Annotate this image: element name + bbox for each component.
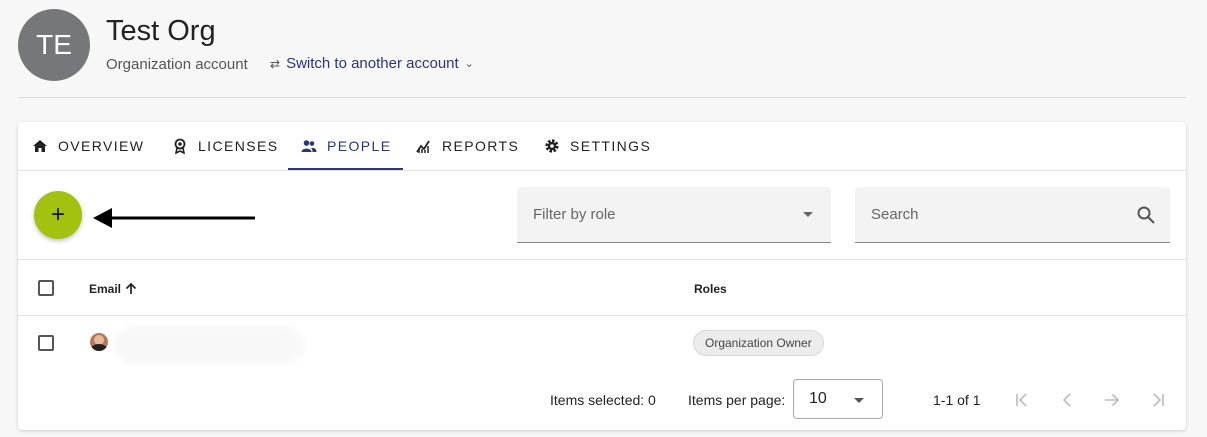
table-row[interactable]: Organization Owner (18, 316, 1186, 370)
search-icon (1137, 206, 1155, 224)
first-page-icon (1016, 393, 1027, 407)
search-input[interactable]: Search (855, 187, 1170, 243)
last-page-button[interactable] (1146, 388, 1170, 412)
people-icon (301, 140, 317, 152)
email-column-header[interactable]: Email (89, 282, 138, 296)
table-header: Email Roles (18, 260, 1186, 316)
user-avatar (90, 333, 108, 351)
items-selected-count: Items selected: 0 (550, 392, 656, 408)
redacted-email (114, 326, 304, 364)
chevron-left-icon (1062, 393, 1071, 407)
tab-licenses-label: LICENSES (198, 138, 279, 154)
roles-column-label: Roles (694, 282, 727, 296)
search-placeholder: Search (871, 206, 919, 223)
items-per-page-label: Items per page: (688, 392, 786, 408)
role-chip: Organization Owner (693, 330, 824, 356)
tab-settings-label: SETTINGS (570, 138, 652, 154)
chart-icon (416, 140, 430, 153)
chevron-down-icon: ⌄ (464, 58, 474, 70)
arrow-right-icon (1105, 393, 1120, 407)
role-filter-placeholder: Filter by role (533, 206, 616, 223)
tab-bar: OVERVIEW LICENSES PEOPLE REPORTS SETTING… (18, 122, 1186, 171)
row-checkbox[interactable] (38, 335, 54, 351)
sort-ascending-icon (125, 282, 137, 294)
tab-licenses[interactable]: LICENSES (172, 122, 278, 170)
people-toolbar: + Filter by role Search (18, 171, 1186, 260)
switch-account-label: Switch to another account (286, 55, 459, 72)
tab-overview[interactable]: OVERVIEW (32, 122, 144, 170)
previous-page-button[interactable] (1056, 388, 1080, 412)
account-header: TE Test Org Organization account ⇄ Switc… (18, 9, 1186, 98)
tab-settings[interactable]: SETTINGS (544, 122, 651, 170)
tab-people[interactable]: PEOPLE (301, 122, 391, 170)
dropdown-arrow-icon (803, 212, 813, 217)
active-tab-indicator (288, 168, 403, 170)
add-icon: + (50, 201, 65, 228)
gear-icon (545, 139, 559, 153)
annotation-arrow-icon (93, 208, 255, 228)
first-page-button[interactable] (1010, 388, 1034, 412)
tab-reports[interactable]: REPORTS (416, 122, 519, 170)
items-per-page-select[interactable]: 10 (793, 379, 883, 419)
tab-overview-label: OVERVIEW (58, 138, 145, 154)
tab-reports-label: REPORTS (442, 138, 520, 154)
swap-icon: ⇄ (270, 56, 281, 71)
home-icon (33, 140, 47, 152)
people-card: OVERVIEW LICENSES PEOPLE REPORTS SETTING… (18, 122, 1186, 430)
role-filter-select[interactable]: Filter by role (517, 187, 831, 243)
account-type: Organization account (106, 56, 248, 73)
tab-people-label: PEOPLE (327, 138, 392, 154)
badge-icon (174, 138, 186, 154)
roles-column-header: Roles (694, 282, 727, 296)
paginator: Items selected: 0 Items per page: 10 1-1… (18, 372, 1186, 428)
org-avatar: TE (18, 9, 90, 81)
page-range: 1-1 of 1 (933, 392, 981, 408)
switch-account-button[interactable]: ⇄ Switch to another account ⌄ (270, 55, 474, 72)
add-person-button[interactable]: + (34, 191, 82, 239)
email-column-label: Email (89, 282, 122, 296)
items-per-page-value: 10 (809, 390, 827, 407)
dropdown-arrow-icon (854, 398, 864, 403)
select-all-checkbox[interactable] (38, 280, 54, 296)
next-page-button[interactable] (1100, 388, 1124, 412)
org-name: Test Org (106, 15, 216, 47)
last-page-icon (1153, 393, 1164, 407)
